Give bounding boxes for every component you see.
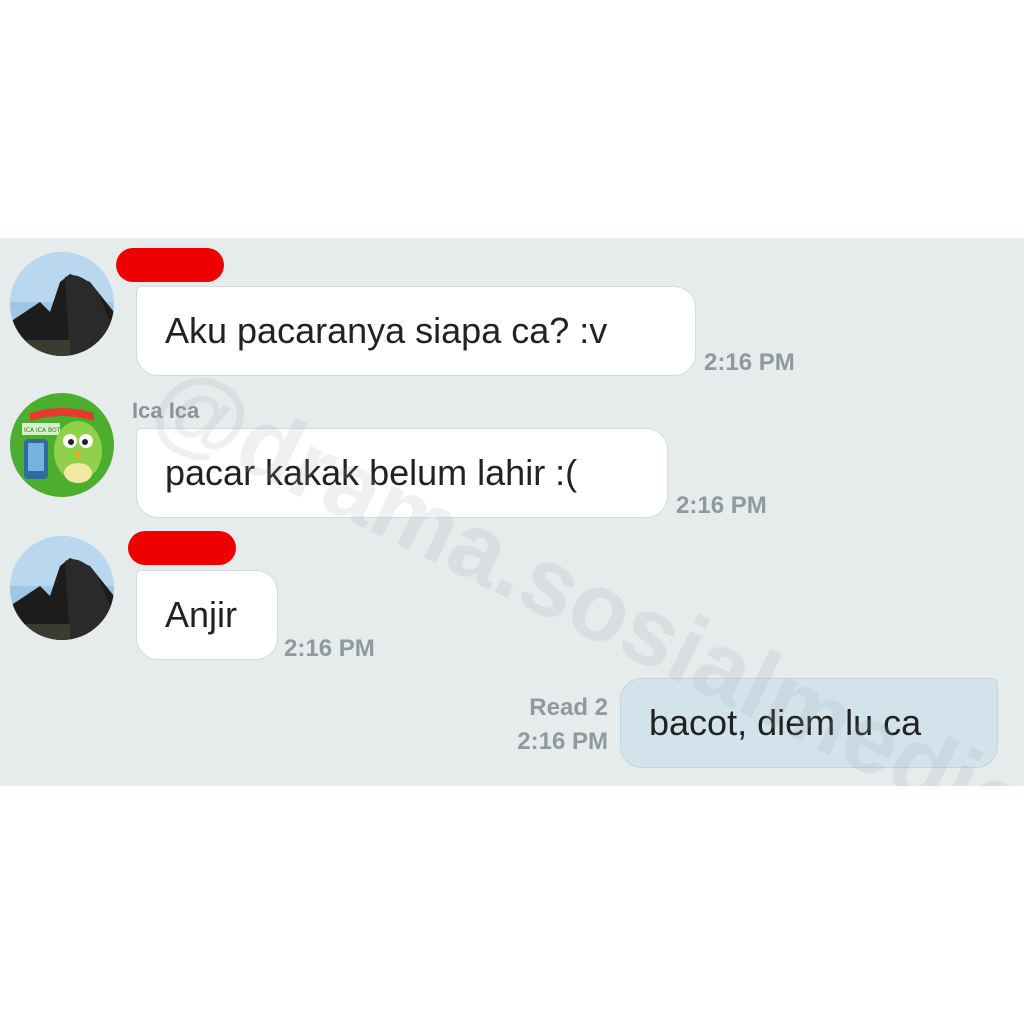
message-timestamp: 2:16 PM bbox=[676, 492, 767, 519]
chat-panel: Aku pacaranya siapa ca? :v 2:16 PM ICA I… bbox=[0, 238, 1024, 786]
message-timestamp: 2:16 PM bbox=[284, 635, 375, 662]
message-timestamp: 2:16 PM bbox=[704, 349, 795, 376]
read-receipt: Read 2 bbox=[529, 694, 608, 721]
message-text: Anjir bbox=[165, 594, 238, 635]
message-text: pacar kakak belum lahir :( bbox=[165, 452, 578, 493]
redacted-sender-name bbox=[128, 531, 236, 565]
bot-badge-text: ICA ICA BOT bbox=[24, 427, 61, 434]
message-bubble-incoming[interactable]: Aku pacaranya siapa ca? :v bbox=[136, 286, 696, 376]
message-text: Aku pacaranya siapa ca? :v bbox=[165, 310, 608, 351]
user-avatar[interactable] bbox=[10, 536, 114, 640]
sender-name: Ica Ica bbox=[132, 398, 200, 423]
message-timestamp: 2:16 PM bbox=[517, 728, 608, 755]
bot-avatar[interactable]: ICA ICA BOT bbox=[10, 393, 114, 497]
profile-photo-icon bbox=[10, 252, 114, 356]
profile-photo-icon bbox=[10, 536, 114, 640]
message-bubble-incoming[interactable]: pacar kakak belum lahir :( bbox=[136, 428, 668, 518]
message-text: bacot, diem lu ca bbox=[649, 702, 922, 743]
message-bubble-incoming[interactable]: Anjir bbox=[136, 570, 278, 660]
message-bubble-outgoing[interactable]: bacot, diem lu ca bbox=[620, 678, 998, 768]
green-bird-icon: ICA ICA BOT bbox=[10, 393, 114, 497]
redacted-sender-name bbox=[116, 248, 224, 282]
user-avatar[interactable] bbox=[10, 252, 114, 356]
